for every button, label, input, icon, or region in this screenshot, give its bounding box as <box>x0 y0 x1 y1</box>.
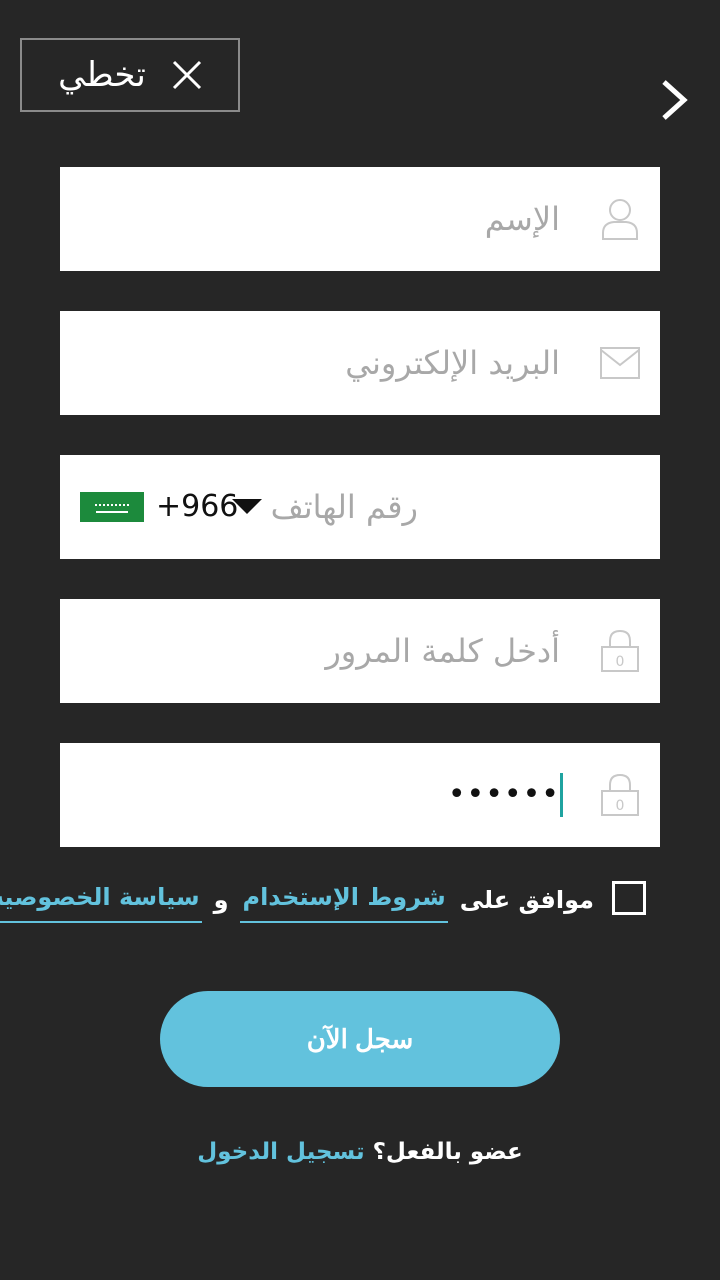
phone-placeholder: رقم الهاتف <box>270 488 418 526</box>
and-text: و <box>213 886 229 914</box>
privacy-link[interactable]: سياسة الخصوصية <box>0 877 202 923</box>
terms-checkbox[interactable] <box>612 881 646 915</box>
lock-badge: 0 <box>616 798 625 814</box>
email-field[interactable]: البريد الإلكتروني <box>60 311 660 415</box>
already-member-text: عضو بالفعل؟ <box>372 1139 523 1165</box>
close-icon <box>172 60 201 90</box>
name-placeholder: الإسم <box>484 200 560 238</box>
register-button[interactable]: سجل الآن <box>160 991 560 1087</box>
email-placeholder: البريد الإلكتروني <box>345 344 560 382</box>
saudi-flag-icon[interactable] <box>80 492 144 522</box>
name-field[interactable]: الإسم <box>60 167 660 271</box>
confirm-password-field[interactable]: •••••• 0 <box>60 743 660 847</box>
skip-button[interactable]: تخطي <box>20 38 240 112</box>
login-link[interactable]: تسجيل الدخول <box>197 1139 364 1165</box>
text-cursor <box>560 773 563 817</box>
envelope-icon <box>600 347 640 379</box>
country-code[interactable]: +966 <box>156 455 238 559</box>
confirm-password-value: •••••• <box>447 777 560 812</box>
lock-badge: 0 <box>616 654 625 670</box>
password-placeholder: أدخل كلمة المرور <box>325 632 560 670</box>
lock-icon: 0 <box>601 773 639 816</box>
caret-down-icon[interactable] <box>232 499 262 514</box>
lock-icon: 0 <box>601 629 639 672</box>
phone-field[interactable]: +966 رقم الهاتف <box>60 455 660 559</box>
skip-label: تخطي <box>58 55 146 95</box>
terms-row: موافق على شروط الإستخدام و سياسة الخصوصي… <box>0 872 594 928</box>
agree-text: موافق على <box>459 886 594 914</box>
user-icon <box>602 199 638 240</box>
password-field[interactable]: أدخل كلمة المرور 0 <box>60 599 660 703</box>
chevron-right-icon[interactable] <box>656 78 696 122</box>
login-row: عضو بالفعل؟ تسجيل الدخول <box>0 1132 720 1172</box>
terms-link[interactable]: شروط الإستخدام <box>240 877 448 923</box>
